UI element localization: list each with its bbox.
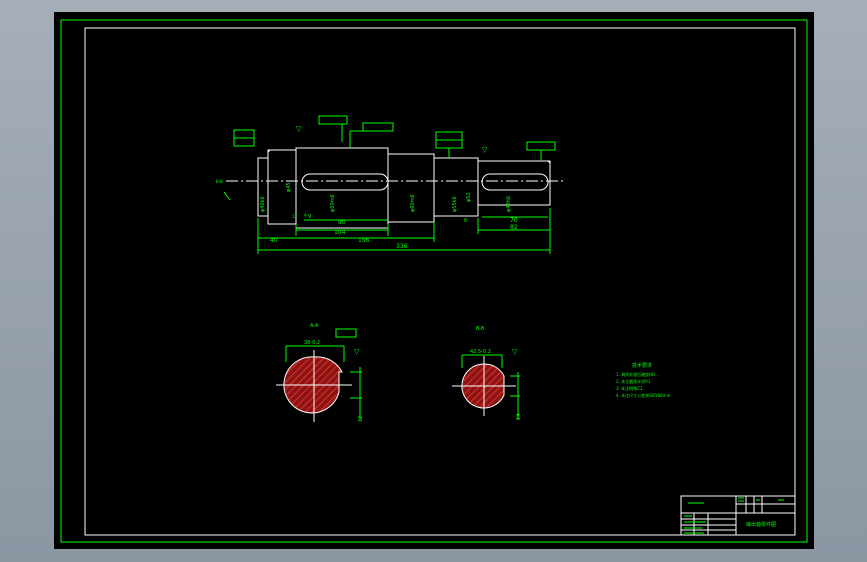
dim-6: 6 [464, 218, 467, 224]
dim-40: 40 [270, 237, 278, 244]
svg-text:φ48h6: φ48h6 [506, 196, 512, 212]
svg-text:φ52: φ52 [466, 192, 472, 202]
svg-text:φ50m6: φ50m6 [330, 194, 336, 212]
dim-156: 156 [358, 237, 370, 244]
title-block-name: 输出轴零件图 [746, 521, 776, 528]
length-dimensions: 90 104 156 40 336 82 70 6 9 [257, 208, 551, 254]
section-a-label: A-A [310, 323, 319, 329]
drawing-svg: φ40k6 φ45 φ50m6 φ60m6 φ55k6 φ48h6 φ52 ▽ … [60, 19, 808, 543]
cad-viewport: φ40k6 φ45 φ50m6 φ60m6 φ55k6 φ48h6 φ52 ▽ … [0, 0, 867, 562]
section-a: A-A 38-0.2 12 ▽ [276, 323, 364, 422]
notes-line-4: 4. 未注尺寸公差按GB1804-m. [616, 392, 672, 398]
section-b-width: 14 [516, 414, 522, 420]
svg-text:38-0.2: 38-0.2 [304, 340, 320, 346]
drawing-canvas[interactable]: φ40k6 φ45 φ50m6 φ60m6 φ55k6 φ48h6 φ52 ▽ … [54, 12, 814, 549]
inner-frame [84, 27, 796, 536]
dim-336: 336 [396, 243, 408, 250]
svg-text:▽: ▽ [354, 348, 360, 356]
svg-text:φ60m6: φ60m6 [410, 194, 416, 212]
dim-82: 82 [510, 224, 518, 231]
notes-title: 技术要求 [632, 362, 652, 369]
section-b: B-B 42.5-0.2 14 ▽ [452, 326, 522, 420]
shaft-view: φ40k6 φ45 φ50m6 φ60m6 φ55k6 φ48h6 φ52 ▽ … [216, 115, 566, 254]
dim-70: 70 [510, 217, 518, 224]
svg-text:▽: ▽ [296, 125, 302, 133]
section-b-label: B-B [476, 326, 485, 332]
notes-line-3: 3. 未注倒角C1. [616, 385, 644, 391]
title-block: 输出轴零件图 [680, 495, 796, 536]
notes-line-2: 2. 未注圆角半径R1. [616, 378, 652, 384]
svg-text:12: 12 [292, 214, 298, 219]
dim-104: 104 [334, 229, 346, 236]
section-a-width: 12 [358, 416, 364, 422]
technical-notes: 技术要求 1. 调质处理后硬度HB... 2. 未注圆角半径R1. 3. 未注倒… [616, 362, 672, 398]
svg-text:▽: ▽ [482, 146, 488, 154]
svg-text:B-B: B-B [216, 179, 223, 184]
svg-text:φ45: φ45 [286, 182, 292, 192]
dim-90: 90 [338, 219, 346, 226]
svg-text:42.5-0.2: 42.5-0.2 [470, 349, 491, 355]
dim-9: 9 [308, 214, 311, 220]
svg-text:φ40k6: φ40k6 [260, 196, 266, 212]
svg-text:9: 9 [304, 213, 307, 218]
svg-text:φ55k6: φ55k6 [452, 196, 458, 212]
outer-frame [60, 19, 808, 543]
notes-line-1: 1. 调质处理后硬度HB... [616, 371, 659, 377]
svg-text:▽: ▽ [512, 348, 518, 356]
